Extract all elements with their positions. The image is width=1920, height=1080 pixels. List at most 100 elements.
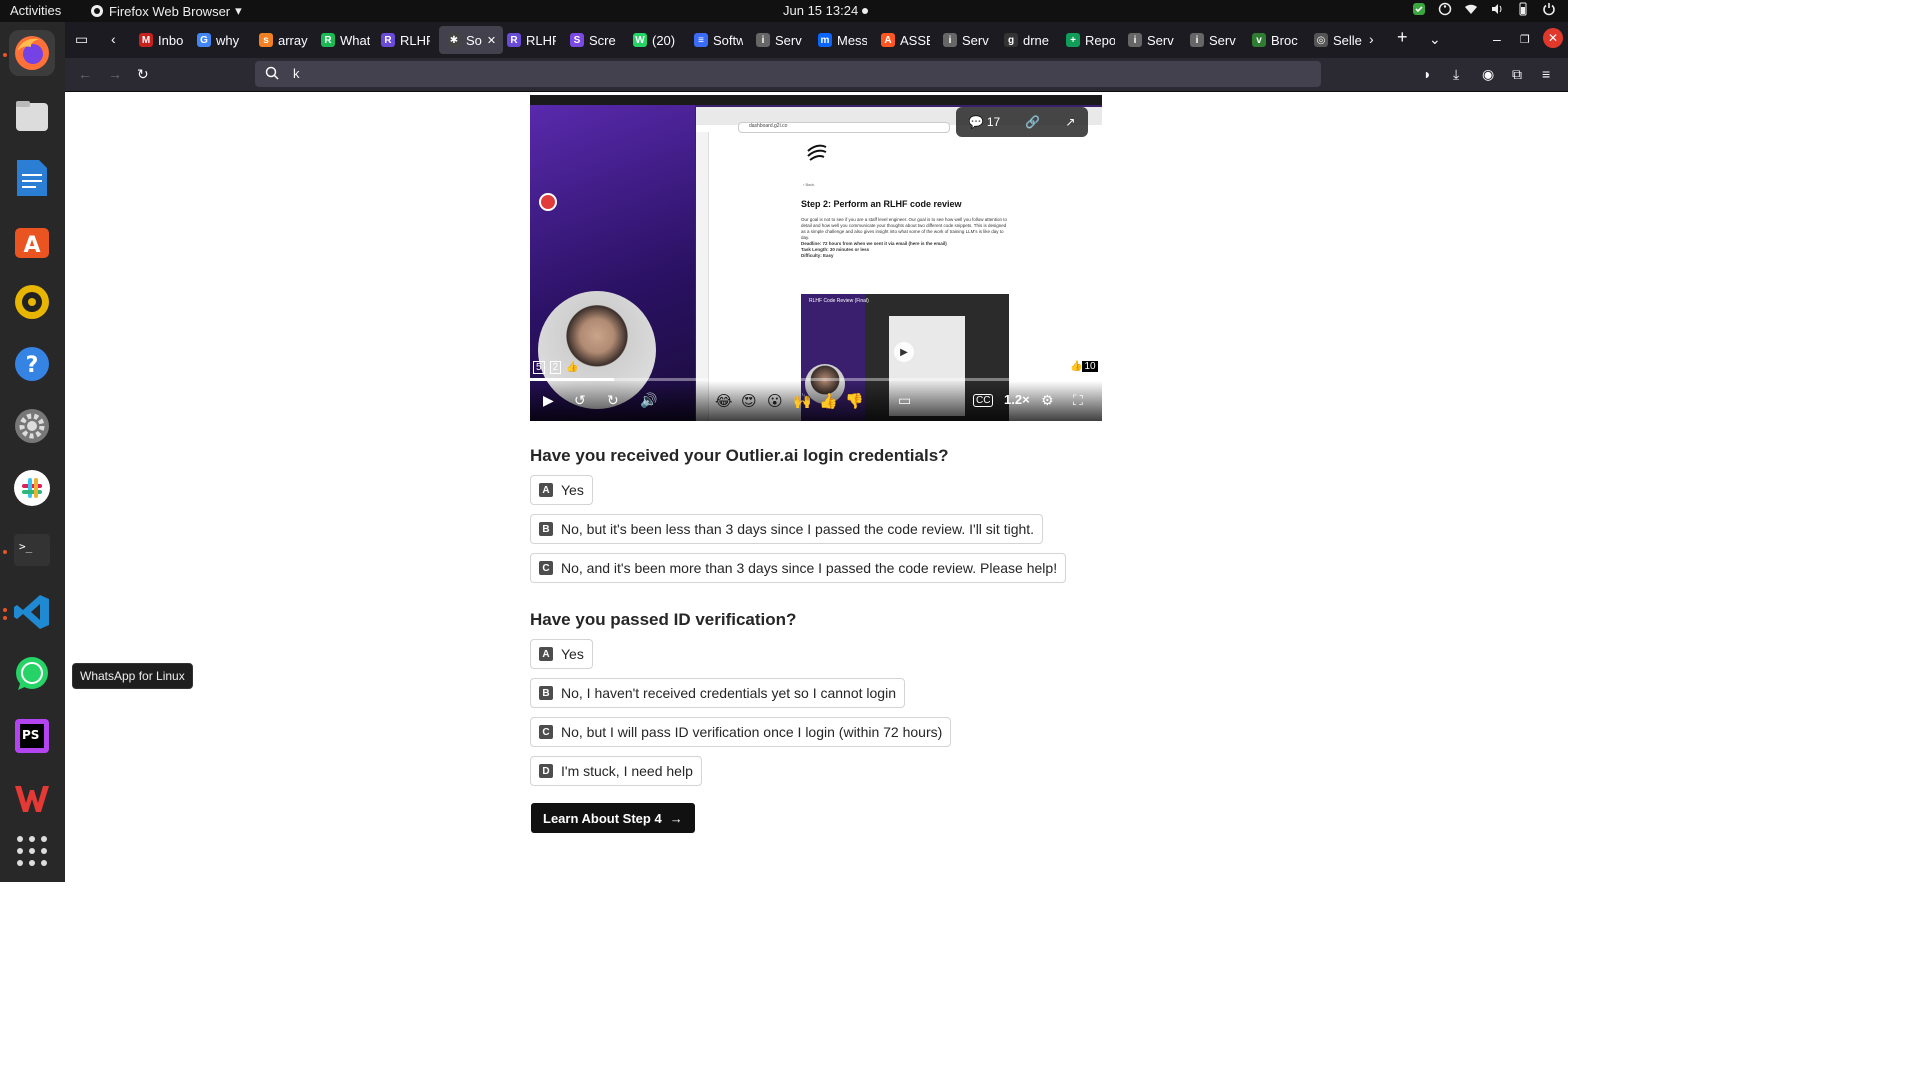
reactions-left: 5 2 👍	[533, 360, 579, 374]
help-dock-icon[interactable]: ?	[9, 341, 55, 387]
browser-tab[interactable]: M Inbo	[131, 26, 193, 54]
tab-favicon-icon: G	[197, 33, 211, 47]
browser-tab[interactable]: R RLHF	[499, 26, 561, 54]
browser-tab[interactable]: s array	[251, 26, 313, 54]
browser-tab[interactable]: v Broc	[1244, 26, 1306, 54]
accessibility-icon	[1438, 2, 1452, 16]
tab-list-chevron-icon[interactable]: ⌄	[1429, 31, 1441, 48]
surprised-emoji-icon[interactable]: 😮	[767, 392, 783, 410]
tab-overview-icon[interactable]: ▭	[75, 31, 88, 48]
tab-label: Serv	[1209, 32, 1236, 48]
show-applications-icon[interactable]	[9, 828, 55, 874]
writer-dock-icon[interactable]	[9, 155, 55, 201]
new-tab-icon[interactable]: +	[1397, 27, 1408, 48]
firefox-dock-icon[interactable]	[9, 30, 55, 76]
fullscreen-icon[interactable]: ⛶	[1073, 392, 1083, 409]
tab-label: Inbo	[158, 32, 184, 48]
close-window-icon[interactable]: ✕	[1543, 28, 1563, 48]
option-text: No, but it's been less than 3 days since…	[561, 521, 1035, 537]
browser-tab[interactable]: R RLHF	[373, 26, 435, 54]
forward-icon[interactable]: →	[108, 66, 122, 82]
tab-favicon-icon: ≡	[694, 33, 708, 47]
browser-tab[interactable]: R What	[313, 26, 375, 54]
whatsapp-dock-icon[interactable]	[9, 651, 55, 697]
browser-tab[interactable]: i Serv	[1182, 26, 1244, 54]
wps-office-dock-icon[interactable]	[9, 775, 55, 821]
playback-speed[interactable]: 1.2×	[1004, 392, 1030, 407]
svg-text:?: ?	[26, 353, 39, 378]
closed-captions-icon[interactable]: CC	[973, 394, 994, 407]
external-link-icon[interactable]: ↗	[1065, 115, 1075, 129]
browser-tab[interactable]: i Serv	[935, 26, 997, 54]
q2-option-b[interactable]: B No, I haven't received credentials yet …	[530, 678, 905, 708]
volume-icon[interactable]: 🔊	[640, 392, 657, 409]
terminal-dock-icon[interactable]: >_	[9, 527, 55, 573]
minimize-icon[interactable]: –	[1493, 31, 1501, 47]
account-icon[interactable]: ◉	[1482, 66, 1494, 83]
browser-tab[interactable]: + Repo	[1058, 26, 1120, 54]
app-center-dock-icon[interactable]: A	[9, 217, 55, 263]
restore-icon[interactable]: ❐	[1520, 33, 1530, 46]
app-menu[interactable]: Firefox Web Browser ▾	[90, 3, 242, 19]
browser-tab[interactable]: ≡ Softw	[686, 26, 748, 54]
q1-option-a[interactable]: A Yes	[530, 475, 593, 505]
rewind-5-icon[interactable]: ↺	[574, 392, 586, 409]
heart-eyes-emoji-icon[interactable]: 😍	[741, 392, 757, 410]
learn-step-4-button[interactable]: Learn About Step 4 →	[531, 803, 695, 833]
q2-option-d[interactable]: D I'm stuck, I need help	[530, 756, 702, 786]
extensions-icon[interactable]: ⧉	[1512, 66, 1522, 83]
laugh-emoji-icon[interactable]: 😂	[715, 392, 733, 410]
link-icon[interactable]: 🔗	[1025, 115, 1040, 129]
q2-option-c[interactable]: C No, but I will pass ID verification onc…	[530, 717, 952, 747]
thumbs-down-emoji-icon[interactable]: 👎	[845, 392, 864, 410]
browser-tab[interactable]: W (20)	[625, 26, 687, 54]
browser-tab[interactable]: g drne	[996, 26, 1058, 54]
browser-tab[interactable]: m Mess	[810, 26, 872, 54]
browser-tab[interactable]: i Serv	[1120, 26, 1182, 54]
comment-icon[interactable]: ▭	[898, 392, 911, 409]
tab-favicon-icon: +	[1066, 33, 1080, 47]
menu-icon[interactable]: ≡	[1542, 66, 1550, 82]
phpstorm-dock-icon[interactable]: PS	[9, 713, 55, 759]
learn-step-4-label: Learn About Step 4	[543, 810, 662, 826]
browser-tab[interactable]: A ASSE	[873, 26, 935, 54]
browser-tab[interactable]: ◎ Selle	[1306, 26, 1368, 54]
scroll-tabs-right-icon[interactable]: ›	[1369, 31, 1374, 47]
browser-tab[interactable]: S Scre	[562, 26, 624, 54]
pocket-icon[interactable]: ◗	[1423, 66, 1431, 82]
url-bar[interactable]: k	[255, 61, 1321, 87]
dock-tooltip: WhatsApp for Linux	[72, 663, 193, 689]
reload-icon[interactable]: ↻	[137, 66, 149, 83]
thumbs-up-emoji-icon[interactable]: 👍	[819, 392, 838, 410]
settings-gear-icon[interactable]: ⚙	[1041, 392, 1054, 409]
slack-dock-icon[interactable]	[9, 465, 55, 511]
q1-option-c[interactable]: C No, and it's been more than 3 days sinc…	[530, 553, 1067, 583]
tab-favicon-icon: v	[1252, 33, 1266, 47]
clock[interactable]: Jun 15 13:24	[783, 3, 858, 18]
play-icon[interactable]: ▶	[543, 392, 554, 409]
option-key: A	[539, 483, 553, 497]
forward-5-icon[interactable]: ↻	[607, 392, 619, 409]
q1-option-b[interactable]: B No, but it's been less than 3 days sinc…	[530, 514, 1044, 544]
files-dock-icon[interactable]	[9, 93, 55, 139]
browser-tab[interactable]: ✱ So ✕	[439, 26, 503, 54]
q2-option-a[interactable]: A Yes	[530, 639, 593, 669]
system-tray[interactable]	[1412, 2, 1556, 16]
activities-button[interactable]: Activities	[10, 3, 61, 18]
close-tab-icon[interactable]: ✕	[487, 34, 496, 47]
rhythmbox-dock-icon[interactable]	[9, 279, 55, 325]
add-reaction-icon[interactable]: ☺	[871, 392, 886, 409]
comments-button[interactable]: 💬 17	[969, 115, 1001, 129]
back-icon[interactable]: ←	[78, 66, 92, 82]
downloads-icon[interactable]: ⤓	[1453, 66, 1459, 83]
video-player[interactable]: dashboard.g2i.co ‹ Back Step 2: Perform …	[530, 95, 1102, 421]
svg-text:>_: >_	[19, 540, 33, 553]
browser-tab[interactable]: Gwhy	[189, 26, 251, 54]
browser-tab[interactable]: i Serv	[748, 26, 810, 54]
url-input[interactable]: k	[293, 66, 300, 81]
raised-hands-emoji-icon[interactable]: 🙌	[793, 392, 812, 410]
scroll-tabs-left-icon[interactable]: ‹	[111, 31, 116, 47]
option-key: C	[539, 561, 553, 575]
settings-dock-icon[interactable]	[9, 403, 55, 449]
vscode-dock-icon[interactable]	[9, 589, 55, 635]
